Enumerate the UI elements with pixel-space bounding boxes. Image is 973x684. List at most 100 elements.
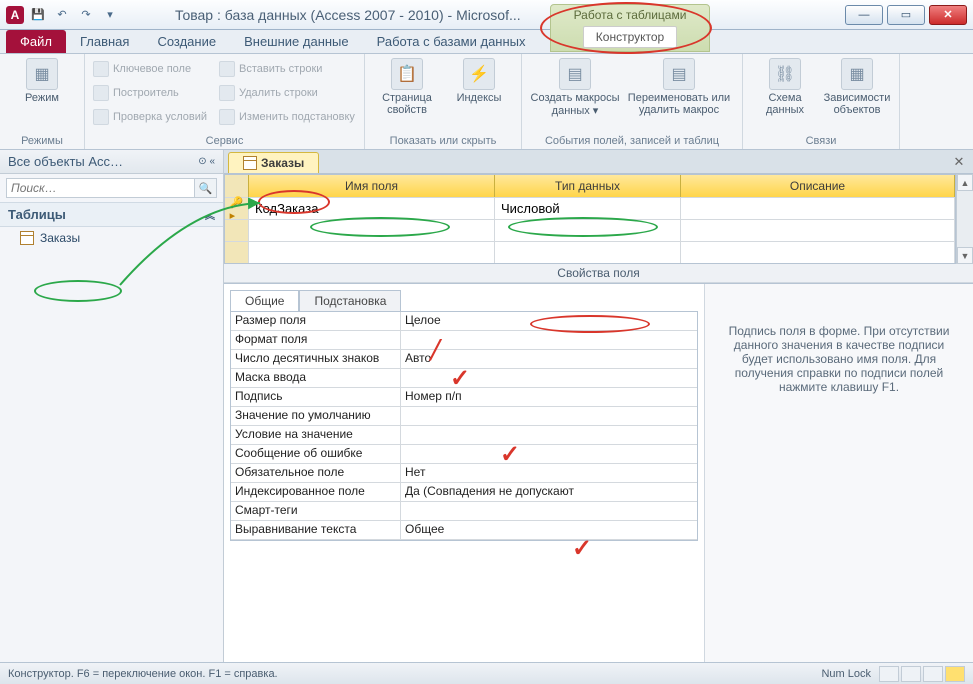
qat-save-icon[interactable]: 💾	[28, 5, 48, 25]
property-value[interactable]: Авто	[401, 350, 697, 368]
property-label: Подпись	[231, 388, 401, 406]
view-pivottable-button[interactable]	[901, 666, 921, 682]
title-bar: A 💾 ↶ ↷ ▾ Товар : база данных (Access 20…	[0, 0, 973, 30]
document-tabs: Заказы ✕	[224, 150, 973, 174]
property-row[interactable]: Формат поля	[231, 331, 697, 350]
navigation-pane: Все объекты Acc… ⊙ « 🔍 Таблицы︽ Заказы	[0, 150, 224, 662]
lookup-icon	[219, 109, 235, 125]
vertical-scrollbar[interactable]: ▲ ▼	[956, 174, 973, 264]
builder-button[interactable]: Построитель	[93, 82, 207, 104]
property-value[interactable]	[401, 445, 697, 463]
property-row[interactable]: Смарт-теги	[231, 502, 697, 521]
property-value[interactable]: Нет	[401, 464, 697, 482]
nav-item-orders[interactable]: Заказы	[0, 227, 223, 249]
property-row[interactable]: ПодписьНомер п/п	[231, 388, 697, 407]
group-label-modes: Режимы	[8, 133, 76, 149]
property-value[interactable]: Общее	[401, 521, 697, 539]
property-value[interactable]: Номер п/п	[401, 388, 697, 406]
modify-lookup-button[interactable]: Изменить подстановку	[219, 106, 355, 128]
group-label-events: События полей, записей и таблиц	[530, 133, 734, 149]
property-value[interactable]	[401, 502, 697, 520]
field-desc-cell[interactable]	[681, 198, 955, 219]
insert-rows-button[interactable]: Вставить строки	[219, 58, 355, 80]
property-help-text: Подпись поля в форме. При отсутствии дан…	[704, 284, 973, 662]
main-area: Все объекты Acc… ⊙ « 🔍 Таблицы︽ Заказы З…	[0, 150, 973, 662]
ribbon-group-modes: ▦ Режим Режимы	[0, 54, 85, 149]
field-row-empty[interactable]	[225, 241, 955, 263]
delete-rows-button[interactable]: Удалить строки	[219, 82, 355, 104]
object-deps-button[interactable]: ▦Зависимости объектов	[823, 58, 891, 116]
property-row[interactable]: Число десятичных знаковАвто	[231, 350, 697, 369]
qat-redo-icon[interactable]: ↷	[76, 5, 96, 25]
property-value[interactable]: Да (Совпадения не допускают	[401, 483, 697, 501]
property-row[interactable]: Индексированное полеДа (Совпадения не до…	[231, 483, 697, 502]
maximize-button[interactable]: ▭	[887, 5, 925, 25]
property-row[interactable]: Размер поляЦелое	[231, 312, 697, 331]
doc-tab-close-icon[interactable]: ✕	[951, 154, 967, 170]
key-icon	[93, 61, 109, 77]
field-row[interactable]: 🔑▸ КодЗаказа Числовой	[225, 197, 955, 219]
nav-search-input[interactable]	[6, 178, 195, 198]
property-value[interactable]	[401, 331, 697, 349]
tab-create[interactable]: Создание	[143, 30, 230, 53]
search-icon[interactable]: 🔍	[195, 178, 217, 198]
tab-file[interactable]: Файл	[6, 30, 66, 53]
tab-database-tools[interactable]: Работа с базами данных	[363, 30, 540, 53]
property-value[interactable]	[401, 369, 697, 387]
deps-icon: ▦	[841, 58, 873, 90]
indexes-button[interactable]: ⚡Индексы	[445, 58, 513, 116]
ribbon: ▦ Режим Режимы Ключевое поле Построитель…	[0, 54, 973, 150]
ribbon-group-relations: ⛓Схема данных ▦Зависимости объектов Связ…	[743, 54, 900, 149]
tab-external-data[interactable]: Внешние данные	[230, 30, 363, 53]
property-row[interactable]: Обязательное полеНет	[231, 464, 697, 483]
test-validation-button[interactable]: Проверка условий	[93, 106, 207, 128]
field-row-empty[interactable]	[225, 219, 955, 241]
property-row[interactable]: Условие на значение	[231, 426, 697, 445]
scroll-down-icon[interactable]: ▼	[957, 247, 973, 264]
primary-key-button[interactable]: Ключевое поле	[93, 58, 207, 80]
app-icon: A	[6, 6, 24, 24]
qat-undo-icon[interactable]: ↶	[52, 5, 72, 25]
view-datasheet-button[interactable]	[879, 666, 899, 682]
property-row[interactable]: Выравнивание текстаОбщее	[231, 521, 697, 540]
rename-delete-macro-button[interactable]: ▤Переименовать или удалить макрос	[624, 58, 734, 117]
collapse-icon[interactable]: ︽	[205, 207, 215, 222]
minimize-button[interactable]: —	[845, 5, 883, 25]
props-tab-lookup[interactable]: Подстановка	[299, 290, 401, 312]
document-area: Заказы ✕ Имя поля Тип данных Описание 🔑▸…	[224, 150, 973, 662]
table-design-grid: Имя поля Тип данных Описание 🔑▸ КодЗаказ…	[224, 174, 956, 264]
nav-header[interactable]: Все объекты Acc… ⊙ «	[0, 150, 223, 174]
view-design-button[interactable]	[945, 666, 965, 682]
close-button[interactable]: ✕	[929, 5, 967, 25]
builder-icon	[93, 85, 109, 101]
create-data-macros-button[interactable]: ▤Создать макросы данных ▾	[530, 58, 620, 117]
property-label: Обязательное поле	[231, 464, 401, 482]
doc-tab-orders[interactable]: Заказы	[228, 152, 319, 173]
rename-macro-icon: ▤	[663, 58, 695, 90]
tab-home[interactable]: Главная	[66, 30, 143, 53]
property-label: Значение по умолчанию	[231, 407, 401, 425]
property-value[interactable]	[401, 426, 697, 444]
scroll-up-icon[interactable]: ▲	[957, 174, 973, 191]
property-value[interactable]: Целое	[401, 312, 697, 330]
nav-group-tables[interactable]: Таблицы︽	[0, 202, 223, 227]
relationships-button[interactable]: ⛓Схема данных	[751, 58, 819, 116]
view-button[interactable]: ▦ Режим	[8, 58, 76, 104]
property-row[interactable]: Маска ввода	[231, 369, 697, 388]
property-label: Условие на значение	[231, 426, 401, 444]
status-bar: Конструктор. F6 = переключение окон. F1 …	[0, 662, 973, 684]
contextual-tab-design[interactable]: Конструктор	[583, 26, 677, 48]
chevron-down-icon[interactable]: ⊙ «	[198, 156, 215, 167]
props-tab-general[interactable]: Общие	[230, 290, 299, 312]
qat-customize-icon[interactable]: ▾	[100, 5, 120, 25]
column-data-type: Тип данных	[495, 175, 681, 197]
property-row[interactable]: Значение по умолчанию	[231, 407, 697, 426]
property-row[interactable]: Сообщение об ошибке	[231, 445, 697, 464]
field-name-cell[interactable]: КодЗаказа	[249, 198, 495, 219]
property-label: Формат поля	[231, 331, 401, 349]
property-sheet-button[interactable]: 📋Страница свойств	[373, 58, 441, 116]
property-label: Смарт-теги	[231, 502, 401, 520]
field-type-cell[interactable]: Числовой	[495, 198, 681, 219]
property-value[interactable]	[401, 407, 697, 425]
view-pivotchart-button[interactable]	[923, 666, 943, 682]
